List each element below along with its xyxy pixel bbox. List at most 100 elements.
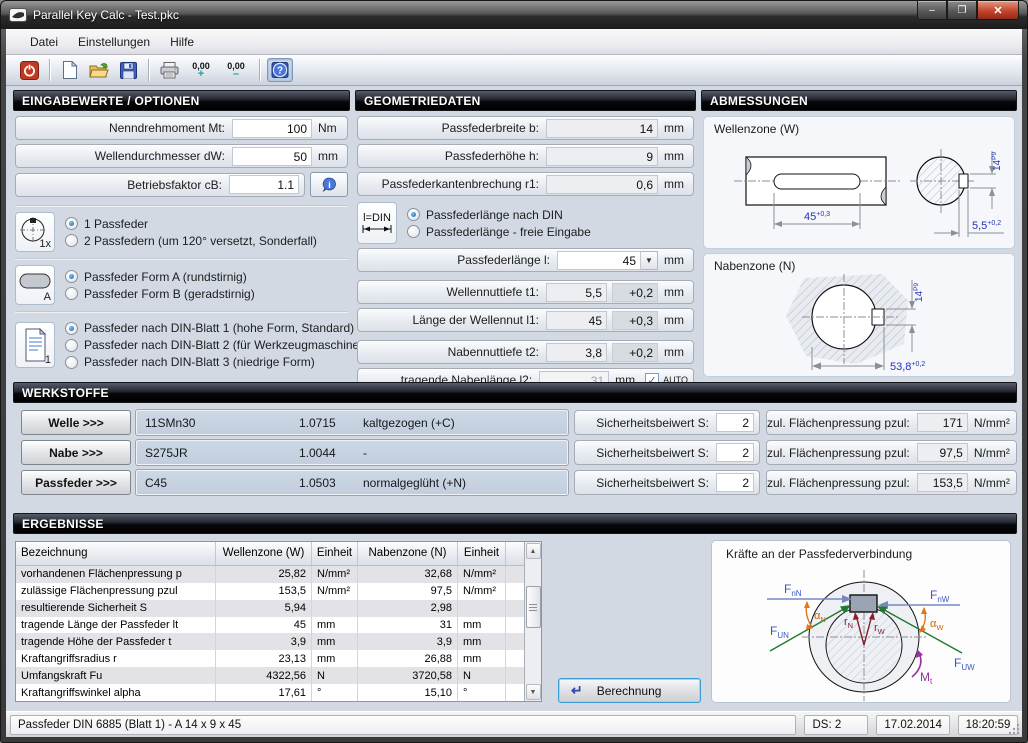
radio-icon — [65, 234, 78, 247]
print-button[interactable] — [156, 58, 182, 82]
open-file-button[interactable] — [86, 58, 112, 82]
shaft-groove-depth-field: 5,5 — [546, 283, 607, 302]
radio-din-sheet-3[interactable]: Passfeder nach DIN-Blatt 3 (niedrige For… — [65, 355, 370, 369]
info-button[interactable]: i — [310, 172, 348, 197]
field-label: zul. Flächenpressung pzul: — [767, 416, 917, 430]
status-date: 17.02.2014 — [876, 715, 950, 735]
key-safety-input[interactable]: 2 — [716, 473, 754, 492]
radio-din-sheet-1[interactable]: Passfeder nach DIN-Blatt 1 (hohe Form, S… — [65, 321, 370, 335]
radio-form-a[interactable]: Passfeder Form A (rundstirnig) — [65, 270, 255, 284]
table-cell: Umfangskraft Fu — [16, 667, 216, 684]
field-label: Sicherheitsbeiwert S: — [575, 446, 716, 460]
hub-pressure-row: zul. Flächenpressung pzul: 97,5 N/mm² — [766, 440, 1017, 465]
close-button[interactable]: ✕ — [977, 1, 1019, 20]
table-scrollbar[interactable]: ▲ ▼ — [524, 542, 541, 701]
table-cell: mm — [312, 617, 358, 634]
material-number: 1.0044 — [299, 446, 363, 460]
scroll-up-icon[interactable]: ▲ — [526, 543, 541, 559]
open-folder-icon — [89, 62, 109, 79]
tolerance-field: +0,2 — [612, 343, 658, 362]
radio-two-keys[interactable]: 2 Passfedern (um 120° versetzt, Sonderfa… — [65, 234, 317, 248]
exit-button[interactable] — [16, 58, 42, 82]
new-document-icon — [62, 61, 78, 79]
col-header: Bezeichnung — [16, 542, 216, 565]
table-cell: mm — [312, 633, 358, 650]
divider — [15, 311, 348, 312]
shaft-zone-drawing: Wellenzone (W) — [703, 116, 1015, 249]
save-button[interactable] — [115, 58, 141, 82]
unit-label: Nm — [312, 121, 342, 135]
key-length-select-value[interactable]: 45 — [557, 251, 641, 270]
torque-input[interactable]: 100 — [232, 119, 312, 138]
shaft-safety-input[interactable]: 2 — [716, 413, 754, 432]
scroll-down-icon[interactable]: ▼ — [526, 684, 541, 700]
table-cell: N/mm² — [458, 566, 506, 583]
radio-one-key[interactable]: 1 Passfeder — [65, 217, 317, 231]
maximize-button[interactable]: ❐ — [947, 1, 977, 20]
scrollbar-thumb[interactable] — [526, 586, 541, 628]
table-cell: zulässige Flächenpressung pzul — [16, 583, 216, 600]
label-fnw: FnW — [930, 588, 950, 604]
key-material-button[interactable]: Passfeder >>> — [21, 470, 131, 495]
help-icon: ? — [271, 61, 289, 79]
geometry-row-t2: Nabennuttiefe t2: 3,8 +0,2 mm — [357, 340, 694, 364]
results-table: Bezeichnung Wellenzone (W) Einheit Naben… — [15, 541, 542, 702]
menu-datei[interactable]: Datei — [20, 31, 68, 53]
menu-einstellungen[interactable]: Einstellungen — [68, 31, 160, 53]
key-material-field: C45 1.0503 normalgeglüht (+N) — [136, 470, 568, 495]
resize-grip[interactable] — [1008, 723, 1020, 735]
section-title: GEOMETRIEDATEN — [364, 94, 481, 108]
calculate-button-label: Berechnung — [597, 684, 662, 698]
help-button[interactable]: ? — [267, 58, 293, 82]
material-name: 11SMn30 — [137, 416, 299, 430]
table-cell: 97,5 — [358, 583, 458, 600]
unit-label: mm — [658, 313, 688, 327]
material-treatment: normalgeglüht (+N) — [363, 476, 466, 490]
unit-label: mm — [658, 149, 688, 163]
section-title: ABMESSUNGEN — [710, 94, 808, 108]
icon-caption: 1x — [39, 238, 51, 250]
shaft-zone-label: Wellenzone (W) — [714, 122, 799, 136]
table-cell: Kraftangriffsradius r — [16, 650, 216, 667]
table-cell: N/mm² — [312, 566, 358, 583]
app-window: Parallel Key Calc - Test.pkc – ❐ ✕ Datei… — [0, 0, 1028, 743]
radio-form-b[interactable]: Passfeder Form B (geradstirnig) — [65, 287, 255, 301]
forces-diagram-title: Kräfte an der Passfederverbindung — [726, 547, 912, 561]
table-cell: 15,10 — [358, 684, 458, 701]
hub-material-button[interactable]: Nabe >>> — [21, 440, 131, 465]
decimal-increase-button[interactable]: 0,00 + — [185, 58, 217, 82]
field-label: Länge der Wellennut l1: — [358, 313, 546, 327]
minimize-button[interactable]: – — [917, 1, 947, 20]
new-file-button[interactable] — [57, 58, 83, 82]
field-label: Betriebsfaktor cB: — [16, 178, 229, 192]
calculate-button[interactable]: ↵ Berechnung — [558, 678, 701, 703]
decimal-decrease-button[interactable]: 0,00 – — [220, 58, 252, 82]
radio-icon — [407, 225, 420, 238]
radio-length-free[interactable]: Passfederlänge - freie Eingabe — [407, 225, 591, 239]
hub-safety-input[interactable]: 2 — [716, 443, 754, 462]
key-form-icon: A — [15, 265, 55, 305]
shaft-diameter-input[interactable]: 50 — [232, 147, 312, 166]
dim-hub-diameter: 53,8+0,2 — [890, 361, 925, 373]
icon-caption: l=DIN — [363, 212, 391, 224]
radio-din-sheet-2[interactable]: Passfeder nach DIN-Blatt 2 (für Werkzeug… — [65, 338, 370, 352]
title-bar[interactable]: Parallel Key Calc - Test.pkc – ❐ ✕ — [1, 1, 1027, 29]
status-text: Passfeder DIN 6885 (Blatt 1) - A 14 x 9 … — [10, 715, 796, 735]
menu-hilfe[interactable]: Hilfe — [160, 31, 204, 53]
unit-label: mm — [658, 285, 688, 299]
field-label: Nabennuttiefe t2: — [358, 345, 546, 359]
radio-length-din[interactable]: Passfederlänge nach DIN — [407, 208, 591, 222]
service-factor-input[interactable]: 1.1 — [229, 175, 299, 194]
table-cell: 26,88 — [358, 650, 458, 667]
table-row: Kraftangriffswinkel alpha 17,61 ° 15,10 … — [16, 684, 524, 701]
chevron-down-icon[interactable]: ▼ — [641, 251, 658, 270]
table-cell: mm — [458, 650, 506, 667]
unit-label: mm — [658, 177, 688, 191]
radio-label: Passfeder nach DIN-Blatt 2 (für Werkzeug… — [84, 338, 370, 352]
input-row-service-factor: Betriebsfaktor cB: 1.1 — [15, 173, 305, 197]
shaft-material-button[interactable]: Welle >>> — [21, 410, 131, 435]
table-cell: N/mm² — [458, 583, 506, 600]
geometry-row-length: Passfederlänge l: 45 ▼ mm — [357, 248, 694, 272]
unit-label: mm — [312, 149, 342, 163]
table-cell: 3720,58 — [358, 667, 458, 684]
